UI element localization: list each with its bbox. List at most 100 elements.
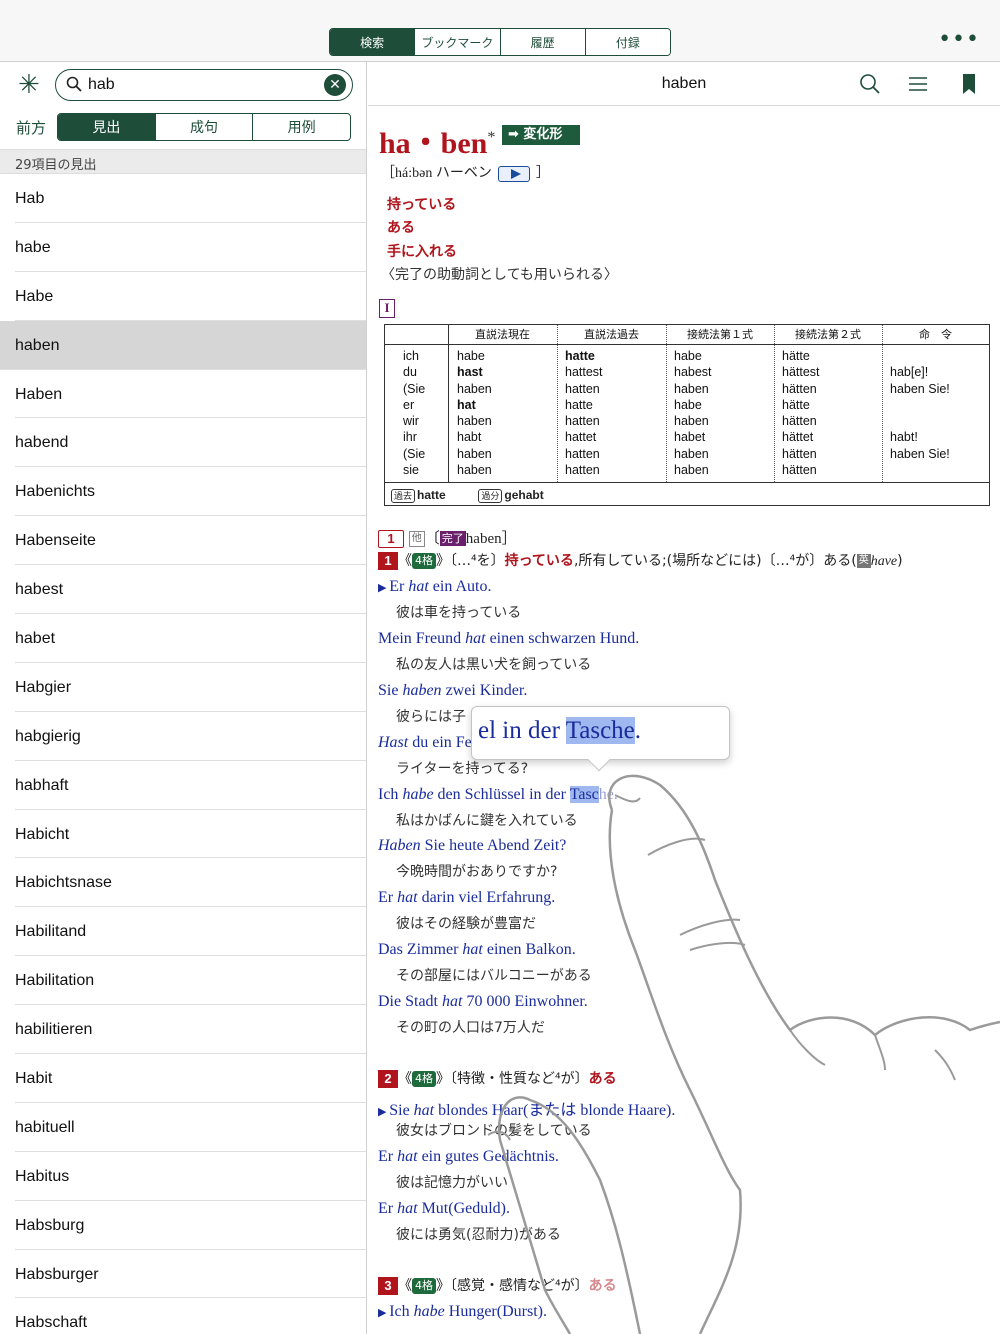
- example-german[interactable]: ▶ Er hat ein Auto.: [378, 578, 491, 596]
- result-item[interactable]: Habschaft: [0, 1298, 366, 1334]
- example-japanese: 私はかばんに鍵を入れている: [396, 813, 578, 829]
- result-item[interactable]: habgierig: [0, 712, 366, 761]
- result-item[interactable]: Habilitation: [0, 956, 366, 1006]
- example-japanese: 彼はその経験が豊富だ: [396, 916, 536, 932]
- example-german[interactable]: Er hat Mut(Geduld).: [378, 1200, 510, 1218]
- example-german[interactable]: Die Stadt hat 70 000 Einwohner.: [378, 993, 588, 1011]
- mode-headword[interactable]: 見出: [58, 114, 155, 140]
- example-japanese: 彼は記憶力がいい: [396, 1175, 508, 1191]
- tab-appendix[interactable]: 付録: [584, 29, 670, 55]
- headword: ha・ben*: [379, 127, 496, 160]
- imperative-column: hab[e]! haben Sie! habt! haben Sie!: [890, 365, 950, 461]
- example-japanese: 彼女はブロンドの髪をしている: [396, 1123, 592, 1139]
- example-german[interactable]: Er hat ein gutes Gedächtnis.: [378, 1148, 559, 1166]
- sense-2: 2 《 4格 》〔特徴・性質など⁴が〕ある: [378, 1068, 617, 1088]
- search-pane: ✳ ✕ 前方 見出 成句 用例 29項目の見出 HabhabeHabehaben…: [0, 62, 367, 1334]
- conjugation-button[interactable]: ➡ 変化形: [502, 125, 580, 145]
- result-item[interactable]: Habsburger: [0, 1250, 366, 1299]
- col-header-past: 直説法過去: [557, 325, 666, 345]
- result-item[interactable]: Habenichts: [0, 467, 366, 517]
- pronunciation: ［há:bən ハーベン ］: [381, 165, 550, 182]
- example-german[interactable]: ▶ Ich habe Hunger(Durst).: [378, 1303, 547, 1321]
- mode-idiom[interactable]: 成句: [154, 114, 253, 140]
- prefix-mode-label[interactable]: 前方: [16, 117, 46, 138]
- meaning-3: 手に入れる: [387, 244, 457, 260]
- col-header-imperative: 命 令: [882, 325, 989, 345]
- result-item[interactable]: Habenseite: [0, 516, 366, 566]
- konj1-column: habe habest haben habe haben habet haben…: [674, 349, 712, 478]
- example-japanese: その部屋にはバルコニーがある: [396, 968, 592, 984]
- tab-history[interactable]: 履歴: [499, 29, 585, 55]
- konj2-column: hätte hättest hätten hätte hätten hättet…: [782, 349, 820, 478]
- example-german[interactable]: ▶ Sie hat blondes Haar(または blonde Haare)…: [378, 1096, 675, 1120]
- search-mode-segment: 見出 成句 用例: [57, 113, 351, 141]
- play-audio-icon[interactable]: [497, 165, 530, 182]
- entry-title: haben: [661, 75, 707, 92]
- example-german[interactable]: Haben Sie heute Abend Zeit?: [378, 837, 566, 855]
- meaning-2: ある: [387, 220, 415, 236]
- present-column: habe hast haben hat haben habt haben hab…: [457, 349, 492, 478]
- meaning-1: 持っている: [387, 197, 457, 213]
- more-icon[interactable]: •••: [938, 29, 980, 51]
- example-german[interactable]: Mein Freund hat einen schwarzen Hund.: [378, 630, 639, 648]
- example-german[interactable]: Ich habe den Schlüssel in der Tasche.: [378, 786, 618, 804]
- result-item[interactable]: haben: [0, 320, 366, 370]
- example-japanese: 私の友人は黒い犬を飼っている: [396, 657, 592, 673]
- sense-1: 1 《 4格 》〔…⁴を〕持っている,所有している;(場所などには)〔…⁴が〕ある(英…: [378, 550, 903, 570]
- example-japanese: ライターを持ってる?: [396, 761, 529, 777]
- result-item[interactable]: Habsburg: [0, 1201, 366, 1250]
- col-header-konj2: 接続法第２式: [774, 325, 882, 345]
- result-item[interactable]: habend: [0, 418, 366, 468]
- example-german[interactable]: Hast du ein Fe: [378, 734, 472, 752]
- past-column: hatte hattest hatten hatte hatten hattet…: [565, 349, 603, 478]
- result-item[interactable]: Habilitand: [0, 907, 366, 957]
- magnifier-loupe: el in der Tasche.: [471, 706, 730, 772]
- tab-search[interactable]: 検索: [330, 29, 415, 55]
- result-item[interactable]: Habe: [0, 272, 366, 321]
- principal-parts: 過去 hatte 過分 gehabt: [385, 482, 989, 506]
- tab-bookmark[interactable]: ブックマーク: [414, 29, 500, 55]
- menu-icon[interactable]: [907, 73, 929, 95]
- result-list: Hab habe Habe haben Haben habend Habenichts Hab…: [0, 174, 366, 1334]
- search-mode-row: 前方 見出 成句 用例: [0, 113, 366, 141]
- bookmark-icon[interactable]: [958, 73, 980, 95]
- example-german[interactable]: Er hat darin viel Erfahrung.: [378, 889, 555, 907]
- result-item[interactable]: Habgier: [0, 663, 366, 712]
- search-icon[interactable]: [859, 73, 881, 95]
- result-item[interactable]: Haben: [0, 370, 366, 419]
- conjugation-table: 直説法現在 直説法過去 接続法第１式 接続法第２式 命 令 ich du (Si…: [384, 324, 990, 506]
- pronoun-column: ich du (Sie er wir ihr (Sie sie: [403, 349, 426, 478]
- sense-3: 3 《 4格 》〔感覚・感情など⁴が〕ある: [378, 1275, 617, 1295]
- result-item[interactable]: habilitieren: [0, 1005, 366, 1054]
- example-japanese: その町の人口は7万人だ: [396, 1020, 545, 1036]
- example-german[interactable]: Sie haben zwei Kinder.: [378, 682, 527, 700]
- usage-note: 〈完了の助動詞としても用いられる〉: [381, 267, 618, 283]
- search-input[interactable]: [88, 73, 308, 97]
- entry-header: haben: [368, 62, 1000, 106]
- top-bar: 検索 ブックマーク 履歴 付録 •••: [0, 0, 1000, 62]
- result-item[interactable]: habhaft: [0, 761, 366, 810]
- example-japanese: 彼には勇気(忍耐力)がある: [396, 1227, 561, 1243]
- example-japanese: 彼は車を持っている: [396, 605, 522, 621]
- result-item[interactable]: habest: [0, 565, 366, 614]
- result-item[interactable]: Habit: [0, 1054, 366, 1103]
- example-japanese: 彼らには子: [396, 709, 466, 725]
- search-field[interactable]: ✕: [55, 69, 353, 101]
- example-japanese: 今晩時間がおありですか?: [396, 864, 558, 880]
- col-header-present: 直説法現在: [448, 325, 557, 345]
- roman-numeral-badge: I: [379, 299, 395, 318]
- main-tab-segment: 検索 ブックマーク 履歴 付録: [329, 28, 671, 56]
- result-item[interactable]: Hab: [0, 174, 366, 223]
- result-item[interactable]: habe: [0, 223, 366, 272]
- result-item[interactable]: Habichtsnase: [0, 858, 366, 908]
- example-german[interactable]: Das Zimmer hat einen Balkon.: [378, 941, 576, 959]
- wildcard-icon[interactable]: ✳: [18, 70, 40, 100]
- mode-example[interactable]: 用例: [252, 114, 350, 140]
- search-icon: [66, 76, 82, 92]
- result-count: 29項目の見出: [0, 149, 366, 174]
- result-item[interactable]: Habitus: [0, 1152, 366, 1201]
- result-item[interactable]: habet: [0, 614, 366, 663]
- result-item[interactable]: habituell: [0, 1103, 366, 1152]
- result-item[interactable]: Habicht: [0, 810, 366, 859]
- clear-icon[interactable]: ✕: [324, 74, 346, 96]
